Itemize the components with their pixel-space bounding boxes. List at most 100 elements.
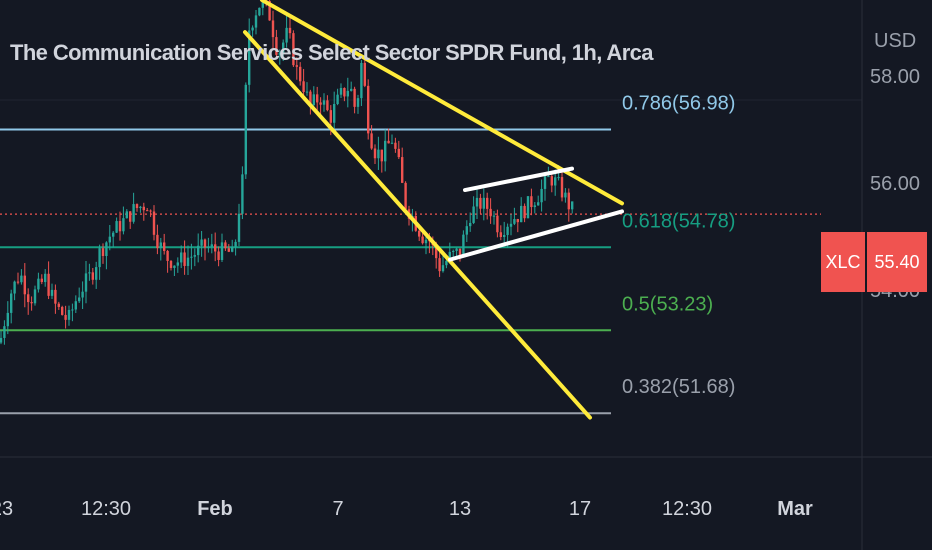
candle-body [214, 244, 217, 252]
candle-body [0, 337, 3, 343]
candle-body [173, 265, 176, 268]
last-price-badge: 55.40 [867, 232, 927, 292]
candle-body [118, 221, 122, 232]
candle-body [387, 140, 390, 144]
candle-body [353, 88, 356, 107]
candle-body [288, 27, 292, 34]
candle-body [186, 257, 190, 266]
candle-body [564, 192, 567, 198]
candle-body [139, 206, 142, 209]
candle-body [333, 104, 336, 123]
candle-body [16, 281, 20, 283]
candle-body [271, 20, 275, 38]
candle-body [486, 197, 489, 209]
fib-level-label: 0.786(56.98) [622, 93, 735, 115]
candle-body [360, 62, 363, 99]
candle-body [516, 219, 519, 223]
candle-body [523, 205, 526, 219]
candle-body [462, 234, 465, 256]
candle-body [47, 273, 50, 296]
candle-body [108, 236, 111, 243]
candle-body [455, 248, 458, 251]
candle-body [74, 301, 77, 310]
candle-body [132, 204, 135, 222]
candle-body [210, 244, 213, 247]
candle-body [61, 306, 64, 315]
candle-body [540, 188, 543, 203]
candle-body [567, 192, 570, 210]
candle-body [71, 309, 74, 311]
candle-body [363, 62, 366, 86]
candle-body [424, 239, 428, 244]
candle-body [122, 218, 125, 232]
candle-body [560, 177, 564, 198]
candle-body [418, 230, 421, 237]
candle-body [234, 241, 237, 247]
candle-body [27, 294, 30, 303]
candle-body [452, 250, 455, 252]
candle-body [159, 242, 162, 249]
candle-body [163, 242, 166, 251]
candle-body [125, 211, 128, 219]
candle-body [193, 255, 196, 257]
candle-body [231, 246, 234, 252]
candle-body [112, 232, 115, 237]
candle-body [203, 239, 207, 248]
candle-body [404, 182, 407, 210]
candle-body [67, 309, 71, 320]
candle-body [547, 176, 550, 178]
candle-body [54, 289, 57, 304]
candle-body [499, 232, 502, 237]
candle-body [537, 202, 540, 206]
candle-body [57, 303, 60, 307]
candle-body [169, 260, 173, 268]
candle-body [503, 234, 506, 237]
candle-body [336, 94, 339, 105]
candle-body [224, 242, 227, 249]
candle-body [258, 7, 261, 16]
candle-body [84, 273, 88, 292]
x-tick-label: 12:30 [81, 498, 131, 520]
candle-body [390, 142, 394, 144]
candle-body [220, 242, 224, 260]
candle-body [482, 197, 485, 209]
candle-body [554, 177, 557, 186]
candle-body [183, 252, 186, 266]
candle-body [251, 27, 254, 31]
candle-body [373, 148, 377, 159]
axes: 58.0056.0054.002312:30Feb7131712:30Mar [0, 66, 920, 520]
candle-body [346, 90, 349, 97]
trend-line [448, 209, 624, 262]
candle-body [550, 176, 553, 186]
ticker-badge: XLC [821, 232, 865, 292]
candle-body [207, 246, 210, 248]
price-chart[interactable]: 0.786(56.98) 0.618(54.78) 0.5(53.23) 0.382(… [0, 0, 932, 550]
candle-body [465, 226, 468, 235]
candle-body [95, 267, 98, 280]
candle-body [339, 88, 343, 95]
candle-body [166, 250, 169, 261]
candle-body [142, 206, 145, 211]
candle-body [479, 197, 482, 209]
candle-body [3, 326, 6, 338]
candle-body [152, 211, 156, 235]
candle-body [105, 242, 108, 257]
candle-body [397, 148, 400, 158]
y-tick-label: 56.00 [870, 173, 920, 195]
x-tick-label: Feb [197, 498, 233, 520]
candle-body [88, 272, 91, 274]
candle-body [13, 281, 16, 294]
fibonacci-levels: 0.786(56.98) 0.618(54.78) 0.5(53.23) 0.382(… [0, 93, 735, 415]
candle-body [533, 205, 536, 208]
currency-label: USD [874, 30, 917, 52]
candle-body [197, 245, 200, 256]
candle-body [380, 149, 383, 162]
candle-body [543, 176, 547, 189]
candle-body [6, 312, 9, 327]
candle-body [322, 100, 326, 105]
candle-body [10, 293, 13, 313]
candle-body [129, 211, 132, 222]
candle-body [509, 223, 513, 227]
candle-body [244, 84, 247, 175]
candle-body [115, 221, 118, 233]
